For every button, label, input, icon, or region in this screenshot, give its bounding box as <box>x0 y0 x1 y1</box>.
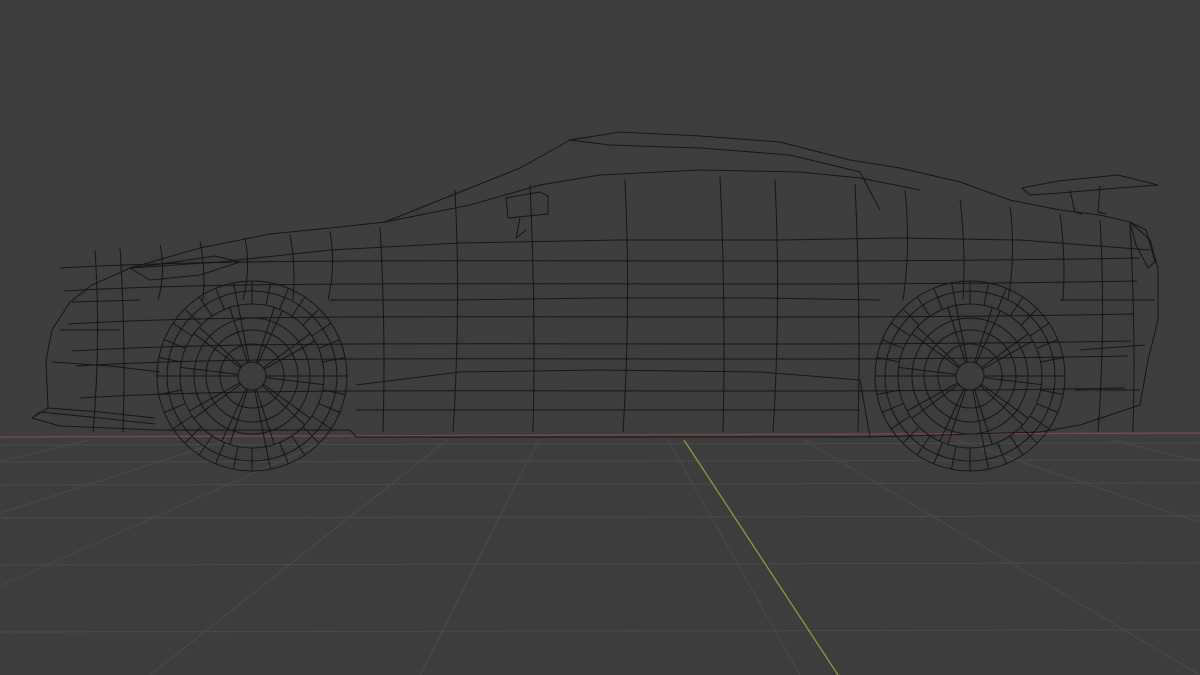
mesh-line <box>1059 213 1065 301</box>
tire-segment <box>172 322 193 337</box>
mesh-line <box>199 241 205 301</box>
side-mirror[interactable] <box>505 191 549 239</box>
tire-segment <box>311 322 332 337</box>
grid-line <box>1109 439 1200 462</box>
grid-line <box>0 562 1200 566</box>
grid-line <box>0 629 1200 633</box>
mesh-line <box>75 355 1129 367</box>
mesh-line <box>854 184 860 433</box>
tire-segment <box>950 282 957 306</box>
tire-segment <box>311 415 332 430</box>
mesh-line <box>622 179 629 433</box>
grid-line <box>667 439 801 675</box>
floor-grid <box>0 439 1200 675</box>
tire-segment <box>291 435 306 456</box>
mesh-line <box>71 340 1132 352</box>
door-character-line <box>330 297 881 301</box>
tire-segment <box>265 446 272 470</box>
grid-line <box>0 515 1200 519</box>
tire-segment <box>1040 389 1064 396</box>
mesh-line <box>452 189 459 433</box>
window-line <box>384 169 921 223</box>
mesh-line <box>63 280 1138 292</box>
rear-bumper <box>1060 299 1155 391</box>
mesh-line <box>59 257 1141 269</box>
tire-segment <box>1029 415 1050 430</box>
wheel-spoke <box>906 382 959 419</box>
mesh-line <box>719 176 725 433</box>
mesh-line <box>327 231 334 301</box>
tire-segment <box>916 435 931 456</box>
tire-segment <box>1040 356 1064 363</box>
sill-line <box>355 369 871 438</box>
y-axis-line <box>683 439 839 675</box>
grid-line <box>956 439 1200 523</box>
tire-segment <box>1009 435 1024 456</box>
front-fascia <box>47 299 161 419</box>
grid-line <box>419 439 540 675</box>
tire-segment <box>1009 296 1024 317</box>
tire-segment <box>902 426 920 444</box>
tire-segment <box>265 282 272 306</box>
tire-segment <box>291 296 306 317</box>
wireframe-scene[interactable] <box>0 0 1200 675</box>
wheel-spoke <box>263 333 316 370</box>
wheel-spoke <box>180 366 239 377</box>
grid-line <box>0 439 91 462</box>
grid-line <box>0 439 227 514</box>
rear-wing[interactable] <box>1021 174 1159 215</box>
mesh-line <box>157 244 164 301</box>
mesh-line <box>772 179 779 433</box>
tire-segment <box>184 426 202 444</box>
grid-line <box>0 439 329 587</box>
grid-line <box>803 439 1200 675</box>
tire-segment <box>198 296 213 317</box>
wheel-ring <box>955 361 985 391</box>
wheel-spoke <box>983 375 1042 386</box>
mesh-line <box>67 313 1135 325</box>
tire-segment <box>232 446 239 470</box>
tire-segment <box>983 282 990 306</box>
mesh-line <box>379 227 385 433</box>
mesh-line <box>959 198 965 301</box>
tire-segment <box>1029 322 1050 337</box>
tire-segment <box>322 356 346 363</box>
grid-line <box>0 482 1200 486</box>
wheel-spoke <box>981 333 1034 370</box>
tire-segment <box>1020 426 1038 444</box>
wheel-ring <box>237 361 267 391</box>
mesh-line <box>1129 224 1135 433</box>
mesh-line <box>119 247 125 433</box>
tire-segment <box>890 322 911 337</box>
car-wireframe-mesh[interactable] <box>31 131 1159 472</box>
tire-segment <box>184 308 202 326</box>
wheel-spoke <box>255 307 283 364</box>
3d-viewport[interactable] <box>0 0 1200 675</box>
tire-segment <box>158 356 182 363</box>
wheel-spoke <box>188 382 241 419</box>
tire-segment <box>916 296 931 317</box>
tire-segment <box>232 282 239 306</box>
tire-segment <box>890 415 911 430</box>
mesh-line <box>1007 206 1014 301</box>
tire-segment <box>1020 308 1038 326</box>
mesh-line <box>1097 219 1104 433</box>
grid-line <box>149 439 448 675</box>
wheel-spoke <box>265 375 324 386</box>
rear-wheel[interactable] <box>874 280 1066 472</box>
mesh-line <box>529 185 535 433</box>
wheel-spoke <box>898 366 957 377</box>
mesh-line <box>92 249 99 433</box>
x-axis-line <box>0 432 1200 438</box>
shoulder-line <box>129 237 1151 269</box>
front-wheel[interactable] <box>156 280 348 472</box>
tire-segment <box>172 415 193 430</box>
tire-segment <box>950 446 957 470</box>
wheel-spoke <box>939 388 967 445</box>
tire-segment <box>302 426 320 444</box>
headlight <box>129 255 241 281</box>
